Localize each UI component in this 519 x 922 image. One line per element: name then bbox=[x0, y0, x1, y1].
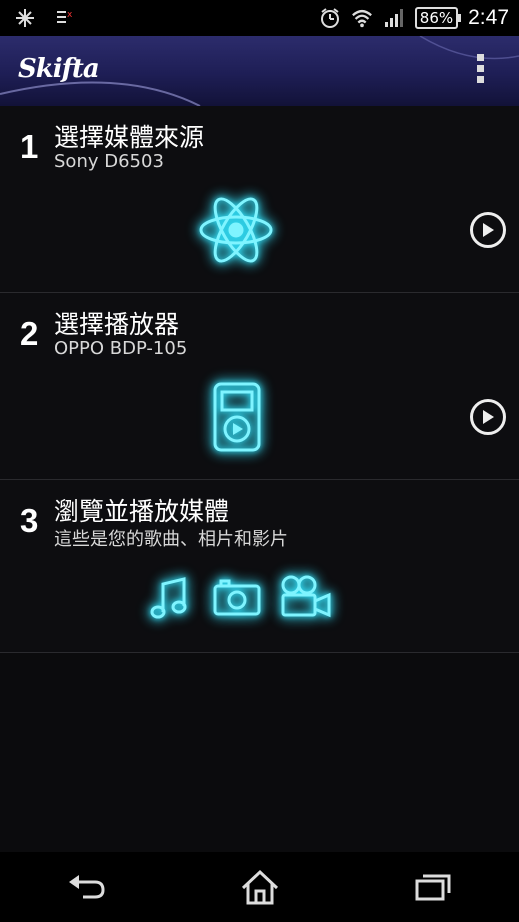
step-3-row[interactable]: 3 瀏覽並播放媒體 這些是您的歌曲、相片和影片 bbox=[0, 480, 519, 653]
step-number: 2 bbox=[20, 315, 39, 352]
overflow-menu-button[interactable] bbox=[475, 54, 485, 88]
app-logo[interactable]: Skifta bbox=[18, 54, 100, 84]
home-icon bbox=[241, 869, 278, 905]
step-1-row[interactable]: 1 選擇媒體來源 Sony D6503 bbox=[0, 106, 519, 293]
video-camera-icon[interactable] bbox=[279, 574, 333, 620]
step-subtitle: 這些是您的歌曲、相片和影片 bbox=[54, 529, 288, 550]
step-title: 選擇媒體來源 bbox=[54, 123, 205, 152]
step-2-row[interactable]: 2 選擇播放器 OPPO BDP-105 bbox=[0, 293, 519, 480]
step-number: 3 bbox=[20, 502, 39, 539]
step-title: 瀏覽並播放媒體 bbox=[54, 497, 230, 526]
atom-icon bbox=[196, 190, 276, 270]
media-player-icon bbox=[212, 381, 262, 453]
play-button[interactable] bbox=[470, 399, 506, 435]
step-subtitle: Sony D6503 bbox=[54, 151, 164, 172]
step-subtitle: OPPO BDP-105 bbox=[54, 338, 188, 359]
recents-button[interactable] bbox=[403, 862, 463, 912]
navigation-bar bbox=[0, 852, 519, 922]
notification-icon: x bbox=[54, 7, 76, 29]
play-icon bbox=[483, 410, 494, 424]
status-bar: x 86% 2:47 bbox=[0, 0, 519, 36]
wifi-icon bbox=[351, 7, 373, 29]
settings-sparkle-icon bbox=[14, 7, 36, 29]
home-button[interactable] bbox=[230, 862, 290, 912]
svg-text:x: x bbox=[67, 10, 73, 20]
signal-icon bbox=[383, 7, 405, 29]
app-header: Skifta bbox=[0, 36, 519, 106]
music-icon[interactable] bbox=[150, 576, 190, 620]
back-button[interactable] bbox=[57, 862, 117, 912]
alarm-icon bbox=[319, 7, 341, 29]
step-title: 選擇播放器 bbox=[54, 310, 180, 339]
play-icon bbox=[483, 223, 494, 237]
back-icon bbox=[68, 875, 105, 899]
step-number: 1 bbox=[20, 128, 39, 165]
clock: 2:47 bbox=[468, 6, 509, 29]
play-button[interactable] bbox=[470, 212, 506, 248]
battery-indicator: 86% bbox=[414, 7, 462, 29]
camera-icon[interactable] bbox=[213, 578, 261, 616]
recents-icon bbox=[415, 874, 450, 901]
